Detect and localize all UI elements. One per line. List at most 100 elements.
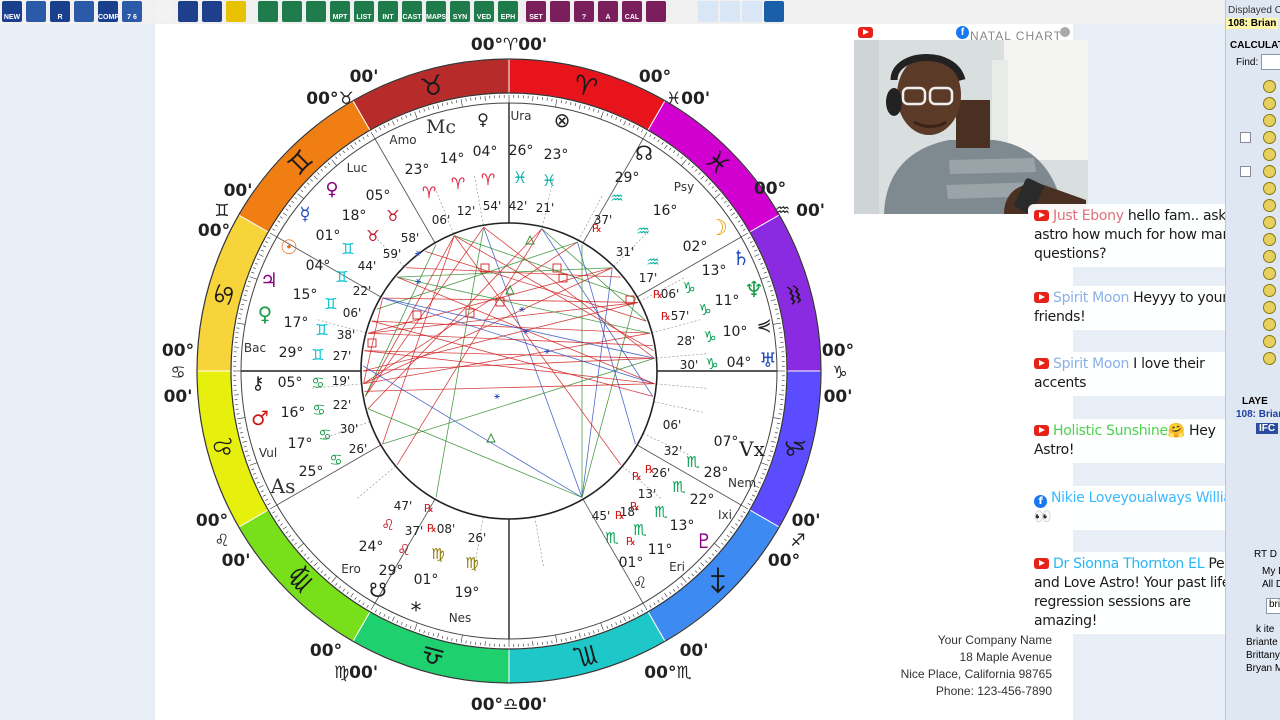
tree-item-icon[interactable] <box>1263 267 1276 280</box>
chart-glyph[interactable]: ♄ <box>732 246 750 270</box>
chart-glyph[interactable]: 45' <box>592 509 611 523</box>
chart-glyph[interactable]: ♀ <box>258 302 273 326</box>
moon-button[interactable] <box>646 1 666 22</box>
chart-glyph[interactable]: 18° <box>342 208 367 224</box>
tree-item-icon[interactable] <box>1263 131 1276 144</box>
new-button[interactable]: NEW <box>2 1 22 22</box>
chart-glyph[interactable]: ♉ <box>386 207 399 225</box>
chart-glyph[interactable]: ☊ <box>635 141 653 165</box>
open-button[interactable] <box>26 1 46 22</box>
chart-glyph[interactable]: 44' <box>358 259 377 273</box>
chart-glyph[interactable]: 42' <box>509 199 528 213</box>
tree-item-icon[interactable] <box>1263 199 1276 212</box>
chart-glyph[interactable]: 13° <box>670 518 695 534</box>
zoom-in-button[interactable] <box>698 1 718 22</box>
tree-item-icon[interactable] <box>1263 97 1276 110</box>
chart-glyph[interactable]: ♑ <box>698 301 711 319</box>
chart-glyph[interactable]: ♅ <box>759 348 777 372</box>
chart-glyph[interactable]: 01° <box>414 572 439 588</box>
chart-glyph[interactable]: Nem <box>728 476 756 490</box>
chart-glyph[interactable]: ♂ <box>251 406 269 430</box>
chart-glyph[interactable]: 01° <box>619 555 644 571</box>
chart-glyph[interactable]: Mc <box>426 116 456 138</box>
chart-glyph[interactable]: 19° <box>455 585 480 601</box>
chart-glyph[interactable]: ♑ <box>703 328 716 346</box>
chart-glyph[interactable]: ♍ <box>431 545 444 563</box>
chart-glyph[interactable]: 10° <box>723 324 748 340</box>
chart-glyph[interactable]: ♊ <box>324 295 337 313</box>
save-button[interactable] <box>178 1 198 22</box>
chart-glyph[interactable]: 13' <box>638 487 657 501</box>
chart-glyph[interactable]: 22' <box>353 284 372 298</box>
chart-glyph[interactable]: ♀ <box>325 179 338 200</box>
midpoints-button[interactable] <box>282 1 302 22</box>
chart-glyph[interactable]: 26° <box>509 143 534 159</box>
chart-glyph[interactable]: ♌ <box>633 573 647 592</box>
chart-glyph[interactable]: ☋ <box>369 578 387 602</box>
tree-item-icon[interactable] <box>1263 250 1276 263</box>
maps-button[interactable]: MAPS <box>426 1 446 22</box>
chart-glyph[interactable]: Ixi <box>718 508 732 522</box>
chart-glyph[interactable]: 13° <box>702 263 727 279</box>
note-button[interactable] <box>226 1 246 22</box>
int-button[interactable]: INT <box>378 1 398 22</box>
chart-glyph[interactable]: 04° <box>727 355 752 371</box>
chart-glyph[interactable]: ♏ <box>605 529 619 547</box>
chart-glyph[interactable]: 11° <box>715 293 740 309</box>
zoom-out-button[interactable] <box>720 1 740 22</box>
list-button[interactable]: LIST <box>354 1 374 22</box>
tree-item-icon[interactable] <box>1263 165 1276 178</box>
chart-glyph[interactable]: ♊ <box>341 240 354 258</box>
chart-glyph[interactable]: Psy <box>674 180 694 194</box>
chart-glyph[interactable]: ♈ <box>481 170 495 189</box>
tree-expander[interactable] <box>1240 166 1251 177</box>
chart-glyph[interactable]: 58' <box>401 231 420 245</box>
rectify-button[interactable]: R <box>50 1 70 22</box>
set-button[interactable]: SET <box>526 1 546 22</box>
chart-glyph[interactable]: 17' <box>639 271 658 285</box>
chart-glyph[interactable]: ♍ <box>465 554 478 572</box>
chart-glyph[interactable]: ♀ <box>477 110 489 129</box>
chart-glyph[interactable]: Vx <box>738 437 765 461</box>
chart-glyph[interactable]: 19' <box>332 374 351 388</box>
chart-glyph[interactable]: ♊ <box>315 321 328 339</box>
chart-glyph[interactable]: 23° <box>405 162 430 178</box>
chart-glyph[interactable]: 15° <box>293 287 318 303</box>
chart-glyph[interactable]: 47' <box>394 499 413 513</box>
eph-button[interactable]: EPH <box>498 1 518 22</box>
chart-glyph[interactable]: ☉ <box>280 235 298 259</box>
chart-glyph[interactable]: ♊ <box>311 346 324 364</box>
chart-glyph[interactable]: 23° <box>544 147 569 163</box>
aspect-button[interactable] <box>306 1 326 22</box>
chart-glyph[interactable]: 59' <box>383 247 402 261</box>
chart-glyph[interactable]: ♒ <box>646 253 659 271</box>
chart-glyph[interactable]: 25° <box>299 464 324 480</box>
tree-item-icon[interactable] <box>1263 318 1276 331</box>
chart-glyph[interactable]: 06' <box>432 213 451 227</box>
chart-glyph[interactable]: 30' <box>340 422 359 436</box>
tree-item-icon[interactable] <box>1263 284 1276 297</box>
chart-glyph[interactable]: 08' <box>437 522 456 536</box>
chart-glyph[interactable]: ♒ <box>636 222 649 240</box>
zoom-fit-button[interactable] <box>742 1 762 22</box>
chart-glyph[interactable]: ♏ <box>672 478 686 496</box>
chart-glyph[interactable]: 02° <box>683 239 708 255</box>
help-button[interactable]: ? <box>574 1 594 22</box>
chart-glyph[interactable]: 26' <box>468 531 487 545</box>
chart-glyph[interactable]: 30' <box>680 358 699 372</box>
chart-glyph[interactable]: 14° <box>440 151 465 167</box>
chart-glyph[interactable]: ♏ <box>686 453 700 471</box>
chart-glyph[interactable]: ☽ <box>708 216 728 241</box>
star-button[interactable] <box>764 1 784 22</box>
chart-glyph[interactable]: ♋ <box>311 374 324 392</box>
mpt-button[interactable]: MPT <box>330 1 350 22</box>
chart-glyph[interactable]: ♌ <box>397 541 410 559</box>
chart-name-2[interactable]: Bryan M <box>1246 663 1280 674</box>
chart-glyph[interactable]: 07° <box>714 434 739 450</box>
chart-glyph[interactable]: 24° <box>359 539 384 555</box>
tree-item-icon[interactable] <box>1263 335 1276 348</box>
find-input[interactable] <box>1261 54 1280 70</box>
chart-search-input[interactable]: bria <box>1266 598 1280 614</box>
chart-glyph[interactable]: 31' <box>616 245 635 259</box>
tree-item-icon[interactable] <box>1263 216 1276 229</box>
